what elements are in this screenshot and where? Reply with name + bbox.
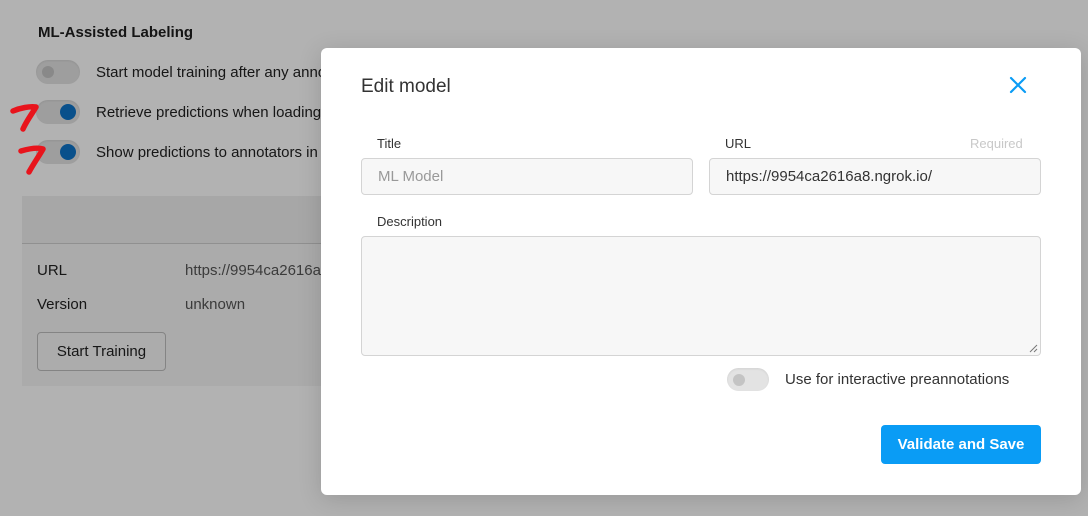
red-annotation-mark <box>18 145 46 175</box>
red-annotation-mark <box>10 104 39 132</box>
dialog-title: Edit model <box>361 76 451 97</box>
title-input[interactable] <box>361 158 693 195</box>
interactive-preannotations-label: Use for interactive preannotations <box>785 371 1010 388</box>
description-field-label: Description <box>377 214 443 229</box>
validate-and-save-button[interactable]: Validate and Save <box>881 425 1041 464</box>
close-icon <box>1009 76 1027 94</box>
url-field-label: URL <box>725 136 752 151</box>
edit-model-dialog: Edit model Title URL Required Descriptio… <box>321 48 1081 495</box>
url-input[interactable] <box>709 158 1041 195</box>
resize-grip-icon[interactable] <box>1028 343 1038 353</box>
required-hint: Required <box>970 136 1023 151</box>
toggle-knob <box>733 374 745 386</box>
interactive-preannotations-row[interactable]: Use for interactive preannotations <box>727 368 1009 391</box>
interactive-preannotations-toggle[interactable] <box>727 368 769 391</box>
description-textarea[interactable] <box>361 236 1041 356</box>
close-button[interactable] <box>1007 74 1029 96</box>
title-field-label: Title <box>377 136 402 151</box>
